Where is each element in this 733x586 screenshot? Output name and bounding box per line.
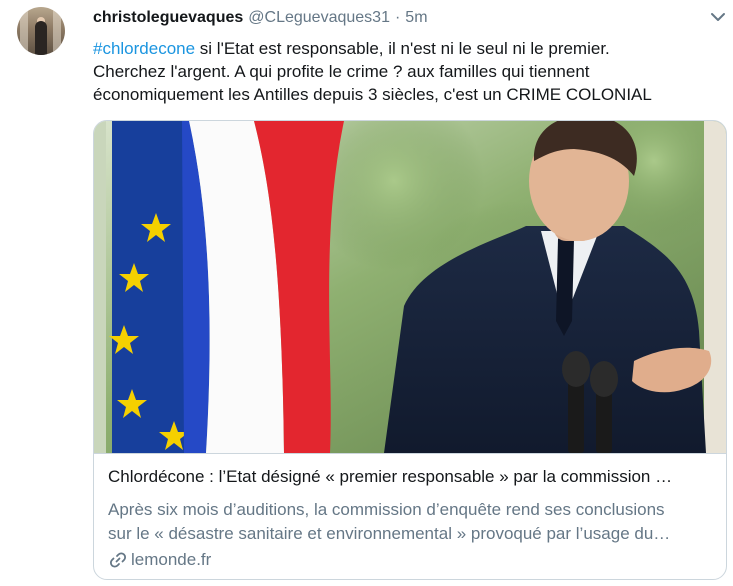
card-description: Après six mois d’auditions, la commissio… bbox=[108, 498, 718, 546]
speaker-tie bbox=[556, 233, 574, 336]
tweet-text: #chlordecone si l'Etat est responsable, … bbox=[93, 37, 718, 106]
tweet-text-line-3: économiquement les Antilles depuis 3 siè… bbox=[93, 85, 652, 104]
header-separator: · bbox=[394, 9, 401, 26]
author-handle[interactable]: @CLeguevaques31 bbox=[248, 9, 390, 27]
hashtag-link[interactable]: #chlordecone bbox=[93, 39, 195, 58]
chevron-down-icon[interactable] bbox=[708, 7, 728, 27]
card-description-line-1: Après six mois d’auditions, la commissio… bbox=[108, 500, 665, 519]
pillar-right bbox=[704, 121, 726, 453]
tweet-text-line-2: Cherchez l'argent. A qui profite le crim… bbox=[93, 62, 590, 81]
avatar-background-pillar bbox=[20, 7, 28, 55]
avatar-background-pillar bbox=[53, 7, 61, 55]
avatar-figure bbox=[35, 21, 47, 55]
pillar-left bbox=[94, 121, 106, 453]
card-domain[interactable]: lemonde.fr bbox=[131, 550, 211, 570]
card-title[interactable]: Chlordécone : l’Etat désigné « premier r… bbox=[108, 466, 713, 488]
tweet-timestamp[interactable]: 5m bbox=[405, 9, 427, 27]
author-avatar[interactable] bbox=[17, 7, 65, 55]
tweet-header: christoleguevaques @CLeguevaques31 · 5m bbox=[93, 9, 428, 31]
tweet-text-line-1: #chlordecone si l'Etat est responsable, … bbox=[93, 37, 718, 60]
card-photo bbox=[94, 121, 726, 453]
card-source-link[interactable]: lemonde.fr bbox=[108, 550, 211, 570]
author-name[interactable]: christoleguevaques bbox=[93, 9, 243, 27]
card-body[interactable]: Chlordécone : l’Etat désigné « premier r… bbox=[94, 453, 726, 579]
card-description-line-2: sur le « désastre sanitaire et environne… bbox=[108, 524, 671, 543]
link-icon bbox=[109, 552, 127, 568]
tweet-text-segment: si l'Etat est responsable, il n'est ni l… bbox=[195, 39, 610, 58]
link-card[interactable]: Chlordécone : l’Etat désigné « premier r… bbox=[93, 120, 727, 580]
card-image[interactable] bbox=[94, 121, 726, 453]
